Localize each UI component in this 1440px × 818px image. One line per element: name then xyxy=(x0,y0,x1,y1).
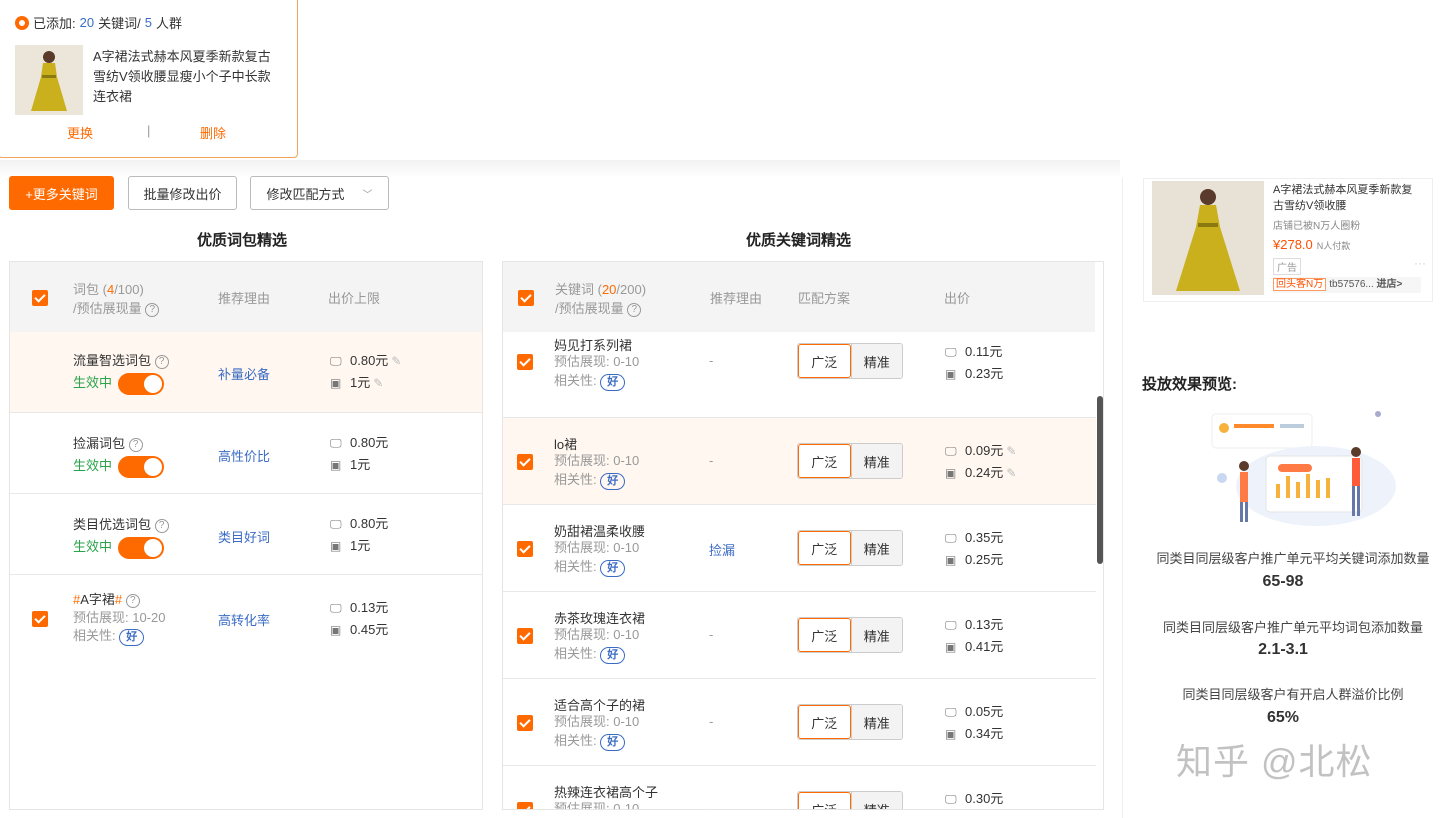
estimate-text: 预估展现: 0-10 xyxy=(554,801,640,809)
match-exact-option[interactable]: 精准 xyxy=(850,444,902,478)
match-toggle[interactable]: 广泛 精准 xyxy=(797,617,903,653)
scrollbar[interactable] xyxy=(1097,396,1103,564)
stat-package-count-value: 2.1-3.1 xyxy=(1258,641,1308,658)
keyword-text: 适合高个子的裙 xyxy=(554,698,646,713)
delete-link[interactable]: 删除 xyxy=(200,123,226,142)
estimate-text: 预估展现: 0-10 xyxy=(554,627,640,642)
ad-badge: 广告 xyxy=(1273,258,1301,275)
ad-shop-bar: 回头客N万 tb57576... 进店> xyxy=(1273,277,1421,293)
more-icon[interactable]: ··· xyxy=(1414,256,1426,270)
reason-text: - xyxy=(709,627,714,642)
product-thumbnail xyxy=(15,45,83,115)
match-exact-option[interactable]: 精准 xyxy=(850,618,902,652)
match-toggle[interactable]: 广泛 精准 xyxy=(797,443,903,479)
stat-keyword-count-value: 65-98 xyxy=(1262,573,1304,590)
bid-cell: 🖵 0.09元 ✎ ▣ 0.24元 ✎ xyxy=(945,440,1016,484)
relevance-badge: 好 xyxy=(600,734,626,751)
match-broad-option[interactable]: 广泛 xyxy=(798,618,851,652)
edit-icon[interactable]: ✎ xyxy=(1006,466,1016,480)
match-exact-option[interactable]: 精准 xyxy=(850,705,902,739)
row-checkbox[interactable] xyxy=(517,715,533,731)
divider xyxy=(1122,178,1123,818)
match-exact-option[interactable]: 精准 xyxy=(850,792,902,809)
match-broad-option[interactable]: 广泛 xyxy=(798,444,851,478)
match-broad-option[interactable]: 广泛 xyxy=(798,531,851,565)
ad-title: A字裙法式赫本风夏季新款复古雪纺V领收腰 xyxy=(1273,184,1413,212)
desktop-icon: 🖵 xyxy=(945,444,957,458)
bid-cell: 🖵 0.05元 ▣ 0.34元 xyxy=(945,701,1003,745)
table-row: 奶甜裙温柔收腰 预估展现: 0-10 相关性: 好 捡漏 广泛 精准 🖵 0.35… xyxy=(503,505,1096,592)
reason-text: - xyxy=(709,353,714,368)
desktop-icon: 🖵 xyxy=(945,618,957,632)
table-row: 适合高个子的裙 预估展现: 0-10 相关性: 好 - 广泛 精准 🖵 0.05元… xyxy=(503,679,1096,766)
match-toggle[interactable]: 广泛 精准 xyxy=(797,704,903,740)
edit-icon[interactable]: ✎ xyxy=(1006,444,1016,458)
reason-text: - xyxy=(709,714,714,729)
stat-premium-ratio-label: 同类目同层级客户有开启人群溢价比例 xyxy=(1182,687,1404,702)
preview-illustration xyxy=(1206,406,1396,535)
relevance-badge: 好 xyxy=(600,374,626,391)
relevance-badge: 好 xyxy=(600,560,626,577)
mobile-icon: ▣ xyxy=(945,553,957,567)
stat-premium-ratio-value: 65% xyxy=(1266,709,1300,726)
mobile-icon: ▣ xyxy=(945,367,957,381)
ad-image xyxy=(1152,181,1264,295)
relevance-badge: 好 xyxy=(600,473,626,490)
bid-cell: 🖵 0.13元 ▣ 0.41元 xyxy=(945,614,1003,658)
desktop-icon: 🖵 xyxy=(945,705,957,719)
added-summary: 已添加: 20 关键词/5 人群 xyxy=(15,13,182,32)
match-broad-option[interactable]: 广泛 xyxy=(798,792,851,809)
ad-fans: 店铺已被N万人圈粉 xyxy=(1273,221,1361,232)
match-broad-option[interactable]: 广泛 xyxy=(798,344,851,378)
row-checkbox[interactable] xyxy=(517,802,533,809)
mobile-icon: ▣ xyxy=(945,640,957,654)
desktop-icon: 🖵 xyxy=(945,531,957,545)
estimate-text: 预估展现: 0-10 xyxy=(554,714,640,729)
keyword-text: lo裙 xyxy=(554,437,578,452)
stat-keyword-count-label: 同类目同层级客户推广单元平均关键词添加数量 xyxy=(1156,551,1430,566)
table-row: 妈见打系列裙 预估展现: 0-10 相关性: 好 - 广泛 精准 🖵 0.11元 … xyxy=(503,331,1096,418)
row-checkbox[interactable] xyxy=(517,541,533,557)
table-row: 赤茶玫瑰连衣裙 预估展现: 0-10 相关性: 好 - 广泛 精准 🖵 0.13元… xyxy=(503,592,1096,679)
relevance-badge: 好 xyxy=(600,647,626,664)
bid-cell: 🖵 0.11元 ▣ 0.23元 xyxy=(945,341,1003,385)
keyword-text: 热辣连衣裙高个子 xyxy=(554,785,659,800)
stat-package-count-label: 同类目同层级客户推广单元平均词包添加数量 xyxy=(1162,620,1423,635)
match-broad-option[interactable]: 广泛 xyxy=(798,705,851,739)
row-checkbox[interactable] xyxy=(517,354,533,370)
keyword-text: 赤茶玫瑰连衣裙 xyxy=(554,611,646,626)
table-row: 热辣连衣裙高个子 预估展现: 0-10 相关性: 好 - 广泛 精准 🖵0.30… xyxy=(503,766,1096,809)
match-exact-option[interactable]: 精准 xyxy=(850,531,902,565)
replace-link[interactable]: 更换 xyxy=(67,123,93,142)
watermark: 知乎 @北松 xyxy=(1176,741,1373,782)
desktop-icon: 🖵 xyxy=(945,792,957,806)
estimate-text: 预估展现: 0-10 xyxy=(554,453,640,468)
ad-preview-card[interactable]: A字裙法式赫本风夏季新款复古雪纺V领收腰 店铺已被N万人圈粉 ¥278.0 N人付… xyxy=(1143,178,1433,302)
table-row: lo裙 预估展现: 0-10 相关性: 好 - 广泛 精准 🖵 0.09元 ✎ ▣ 0… xyxy=(503,418,1096,505)
match-toggle[interactable]: 广泛 精准 xyxy=(797,791,903,809)
mobile-icon: ▣ xyxy=(945,466,957,480)
added-items-popover: 已添加: 20 关键词/5 人群 A字裙法式赫本风夏季新款复古雪纺V领收腰显瘦小个子… xyxy=(0,0,298,158)
radio-icon xyxy=(15,15,29,30)
keyword-text: 妈见打系列裙 xyxy=(554,338,633,353)
reason-text: - xyxy=(709,801,714,809)
reason-text: - xyxy=(709,453,714,468)
product-title: A字裙法式赫本风夏季新款复古雪纺V领收腰显瘦小个子中长款连衣裙 xyxy=(93,49,271,104)
preview-title: 投放效果预览: xyxy=(1142,376,1237,393)
match-toggle[interactable]: 广泛 精准 xyxy=(797,530,903,566)
match-toggle[interactable]: 广泛 精准 xyxy=(797,343,903,379)
estimate-text: 预估展现: 0-10 xyxy=(554,354,640,369)
keyword-text: 奶甜裙温柔收腰 xyxy=(554,524,646,539)
row-checkbox[interactable] xyxy=(517,628,533,644)
separator: | xyxy=(147,123,151,138)
row-checkbox[interactable] xyxy=(517,454,533,470)
desktop-icon: 🖵 xyxy=(945,345,957,359)
match-exact-option[interactable]: 精准 xyxy=(850,344,902,378)
ad-price: ¥278.0 N人付款 xyxy=(1273,237,1351,252)
mobile-icon: ▣ xyxy=(945,727,957,741)
bid-cell: 🖵0.30元 ▣0.33元 xyxy=(945,788,1003,809)
reason-text[interactable]: 捡漏 xyxy=(709,540,735,559)
estimate-text: 预估展现: 0-10 xyxy=(554,540,640,555)
bid-cell: 🖵 0.35元 ▣ 0.25元 xyxy=(945,527,1003,571)
